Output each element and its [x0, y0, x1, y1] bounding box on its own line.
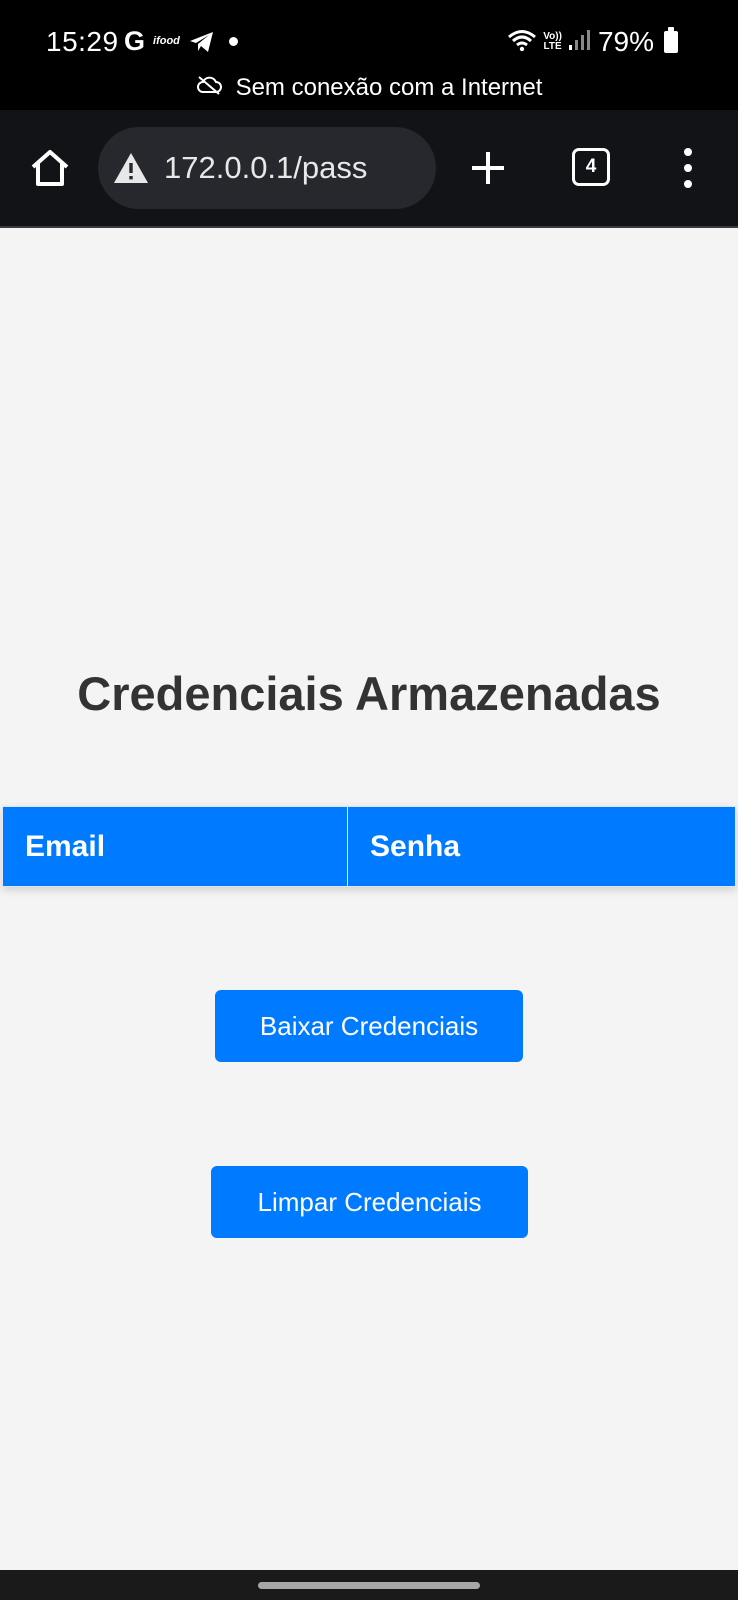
battery-percent: 79%: [597, 26, 654, 57]
more-menu-button[interactable]: [680, 148, 696, 188]
telegram-icon: [189, 30, 215, 54]
url-text[interactable]: 172.0.0.1/pass: [164, 150, 367, 186]
cloud-off-icon: [196, 74, 222, 102]
dot-icon: [229, 37, 239, 46]
warning-icon[interactable]: [112, 151, 150, 185]
system-nav-bar: [0, 1570, 738, 1600]
notification-icons: G ifood: [124, 26, 239, 56]
battery-icon: [664, 27, 678, 53]
page-content: Credenciais Armazenadas Email Senha Baix…: [0, 228, 738, 1570]
offline-message: Sem conexão com a Internet: [235, 74, 543, 101]
wifi-icon: [507, 28, 537, 57]
home-button[interactable]: [28, 146, 72, 190]
signal-icon: [568, 29, 592, 56]
url-bar[interactable]: 172.0.0.1/pass: [98, 127, 436, 209]
status-bar: 15:29 G ifood Vo)) LTE 79% Sem conexão c…: [0, 0, 738, 110]
ifood-icon: ifood: [153, 35, 180, 47]
column-header-email: Email: [2, 806, 348, 887]
download-credentials-button[interactable]: Baixar Credenciais: [215, 990, 523, 1062]
credentials-table: Email Senha: [2, 806, 736, 887]
plus-icon: [472, 152, 504, 184]
google-icon: G: [124, 26, 146, 56]
menu-dot: [684, 148, 692, 156]
tab-switcher-button[interactable]: 4: [572, 148, 610, 186]
lte-label: LTE: [543, 41, 562, 52]
page-title: Credenciais Armazenadas: [77, 667, 661, 720]
browser-toolbar: 172.0.0.1/pass 4: [0, 110, 738, 228]
volte-lte-icon: Vo)) LTE: [543, 32, 562, 52]
home-icon: [31, 150, 69, 186]
new-tab-button[interactable]: [468, 148, 508, 188]
column-header-password: Senha: [347, 806, 736, 887]
offline-banner: Sem conexão com a Internet: [0, 74, 738, 102]
table-header-row: Email Senha: [2, 806, 736, 887]
gesture-home-handle[interactable]: [258, 1582, 480, 1589]
system-icons: Vo)) LTE 79%: [507, 26, 678, 58]
clear-credentials-button[interactable]: Limpar Credenciais: [211, 1166, 528, 1238]
status-time: 15:29: [46, 26, 119, 57]
menu-dot: [684, 180, 692, 188]
menu-dot: [684, 164, 692, 172]
